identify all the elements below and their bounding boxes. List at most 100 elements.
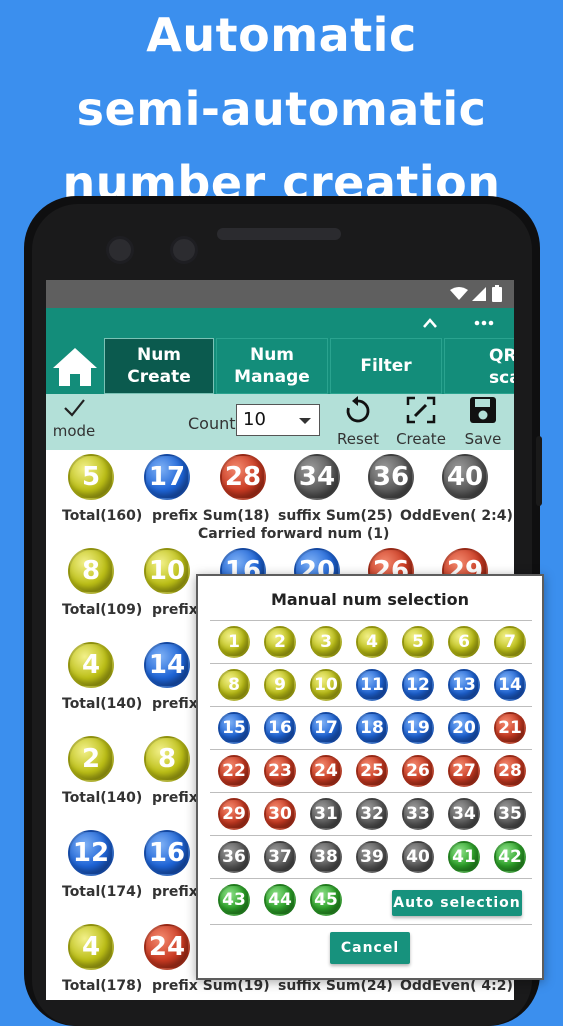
number-ball: 2 <box>68 736 114 782</box>
select-number-ball[interactable]: 1 <box>218 626 250 658</box>
select-number-ball[interactable]: 32 <box>356 798 388 830</box>
prefix-sum-label: prefix <box>152 602 198 618</box>
tab-filter-label: Filter <box>360 356 412 376</box>
select-number-ball[interactable]: 22 <box>218 755 250 787</box>
count-label: Count <box>188 414 236 433</box>
prefix-sum-label: prefix Sum(19) <box>152 978 270 994</box>
select-number-ball[interactable]: 39 <box>356 841 388 873</box>
tab-num-create-label-1: Num <box>136 345 182 365</box>
reset-button[interactable]: Reset <box>334 396 382 448</box>
number-ball: 34 <box>294 454 340 500</box>
mode-button[interactable]: mode <box>52 396 96 440</box>
select-number-ball[interactable]: 2 <box>264 626 296 658</box>
select-number-ball[interactable]: 33 <box>402 798 434 830</box>
select-number-ball[interactable]: 43 <box>218 884 250 916</box>
select-number-ball[interactable]: 10 <box>310 669 342 701</box>
select-number-ball[interactable]: 9 <box>264 669 296 701</box>
select-number-ball[interactable]: 15 <box>218 712 250 744</box>
select-number-ball[interactable]: 4 <box>356 626 388 658</box>
chevron-up-icon[interactable] <box>422 317 438 329</box>
tab-filter[interactable]: Filter <box>330 338 442 394</box>
select-number-ball[interactable]: 38 <box>310 841 342 873</box>
save-button[interactable]: Save <box>460 396 506 448</box>
create-button[interactable]: Create <box>394 396 448 448</box>
carried-forward-label: Carried forward num (1) <box>198 526 390 542</box>
select-number-ball[interactable]: 27 <box>448 755 480 787</box>
number-grid-row: 15 16 17 18 19 20 21 <box>210 706 532 749</box>
select-number-ball[interactable]: 44 <box>264 884 296 916</box>
home-button[interactable] <box>50 344 100 390</box>
number-ball: 16 <box>144 830 190 876</box>
select-number-ball[interactable]: 35 <box>494 798 526 830</box>
select-number-ball[interactable]: 31 <box>310 798 342 830</box>
result-row[interactable]: 5 17 28 34 36 40 Total(160) prefix Sum(18) suffi… <box>46 450 514 545</box>
tab-num-create[interactable]: Num Create <box>104 338 214 394</box>
number-ball: 5 <box>68 454 114 500</box>
select-number-ball[interactable]: 24 <box>310 755 342 787</box>
select-number-ball[interactable]: 45 <box>310 884 342 916</box>
count-select[interactable]: 10 <box>236 404 320 436</box>
number-ball: 10 <box>144 548 190 594</box>
number-ball: 4 <box>68 642 114 688</box>
number-grid-row: 29 30 31 32 33 34 35 <box>210 792 532 835</box>
select-number-ball[interactable]: 42 <box>494 841 526 873</box>
number-ball: 12 <box>68 830 114 876</box>
select-number-ball[interactable]: 17 <box>310 712 342 744</box>
more-menu-icon[interactable] <box>474 320 494 326</box>
dropdown-arrow-icon <box>299 418 311 424</box>
select-number-ball[interactable]: 6 <box>448 626 480 658</box>
select-number-ball[interactable]: 5 <box>402 626 434 658</box>
dialog-title: Manual num selection <box>270 590 470 609</box>
select-number-ball[interactable]: 40 <box>402 841 434 873</box>
select-number-ball[interactable]: 19 <box>402 712 434 744</box>
save-icon <box>470 397 496 423</box>
save-label: Save <box>464 430 502 448</box>
reset-icon <box>346 396 370 423</box>
toolbar: mode Count 10 Reset Create Save <box>46 394 514 450</box>
select-number-ball[interactable]: 7 <box>494 626 526 658</box>
tab-num-manage-label-2: Manage <box>234 367 310 387</box>
suffix-sum-label: suffix Sum(25) <box>278 508 393 524</box>
select-number-ball[interactable]: 23 <box>264 755 296 787</box>
odd-even-label: OddEven( 2:4) <box>400 508 513 524</box>
total-sum-label: Total(140) <box>62 790 143 806</box>
tab-num-manage[interactable]: Num Manage <box>216 338 328 394</box>
manual-selection-dialog: Manual num selection 1 2 3 4 5 6 7 8 9 10 11 12 13 14… <box>196 574 544 980</box>
select-number-ball[interactable]: 26 <box>402 755 434 787</box>
total-sum-label: Total(160) <box>62 508 143 524</box>
select-number-ball[interactable]: 18 <box>356 712 388 744</box>
select-number-ball[interactable]: 21 <box>494 712 526 744</box>
number-ball: 8 <box>68 548 114 594</box>
select-number-ball[interactable]: 8 <box>218 669 250 701</box>
suffix-sum-label: suffix Sum(24) <box>278 978 393 994</box>
number-ball: 17 <box>144 454 190 500</box>
select-number-ball[interactable]: 29 <box>218 798 250 830</box>
odd-even-label: OddEven( 4:2) <box>400 978 513 994</box>
create-label: Create <box>396 430 446 448</box>
select-number-ball[interactable]: 34 <box>448 798 480 830</box>
cancel-button[interactable]: Cancel <box>330 932 410 964</box>
select-number-ball[interactable]: 36 <box>218 841 250 873</box>
select-number-ball[interactable]: 13 <box>448 669 480 701</box>
select-number-ball[interactable]: 11 <box>356 669 388 701</box>
tab-qr-scan-label-2: scan <box>489 368 514 388</box>
number-ball: 8 <box>144 736 190 782</box>
tab-qr-scan-label-1: QR <box>489 346 514 366</box>
phone-side-button <box>536 436 542 506</box>
select-number-ball[interactable]: 3 <box>310 626 342 658</box>
select-number-ball[interactable]: 16 <box>264 712 296 744</box>
tab-num-create-label-2: Create <box>127 367 191 387</box>
number-grid-row: 22 23 24 25 26 27 28 <box>210 749 532 792</box>
select-number-ball[interactable]: 12 <box>402 669 434 701</box>
auto-selection-button[interactable]: Auto selection <box>392 890 522 916</box>
select-number-ball[interactable]: 20 <box>448 712 480 744</box>
select-number-ball[interactable]: 28 <box>494 755 526 787</box>
select-number-ball[interactable]: 14 <box>494 669 526 701</box>
number-grid-row: 1234567 <box>210 620 532 663</box>
tab-qr-scan[interactable]: QRscan <box>444 338 514 394</box>
action-bar <box>46 308 514 340</box>
select-number-ball[interactable]: 37 <box>264 841 296 873</box>
select-number-ball[interactable]: 30 <box>264 798 296 830</box>
select-number-ball[interactable]: 41 <box>448 841 480 873</box>
select-number-ball[interactable]: 25 <box>356 755 388 787</box>
